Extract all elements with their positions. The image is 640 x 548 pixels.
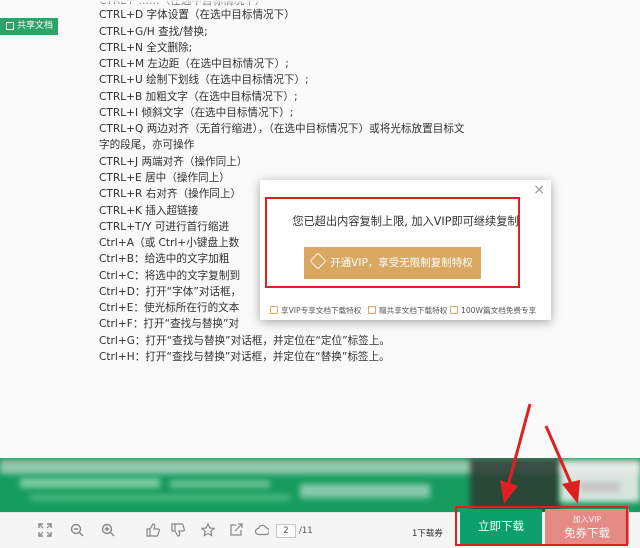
download-icon [270, 306, 278, 314]
perk-label: 100W篇文档免费专享 [461, 306, 537, 315]
perk-item: 100W篇文档免费专享 [450, 305, 536, 316]
gift-icon [368, 306, 376, 314]
document-viewer: CTRL+ ……（在选中目标情况下） CTRL+D 字体设置（在选中目标情况下）… [0, 0, 640, 548]
perk-label: 享VIP专享文档下载特权 [281, 306, 362, 315]
annotation-box-download [455, 506, 628, 546]
annotation-arrows [500, 403, 580, 504]
perk-label: 赠共享文档下载特权 [379, 306, 448, 315]
perk-item: 赠共享文档下载特权 [368, 305, 447, 316]
document-icon [450, 306, 458, 314]
close-icon[interactable]: × [533, 183, 545, 197]
perk-item: 享VIP专享文档下载特权 [270, 305, 361, 316]
annotation-box-dialog [265, 197, 520, 288]
